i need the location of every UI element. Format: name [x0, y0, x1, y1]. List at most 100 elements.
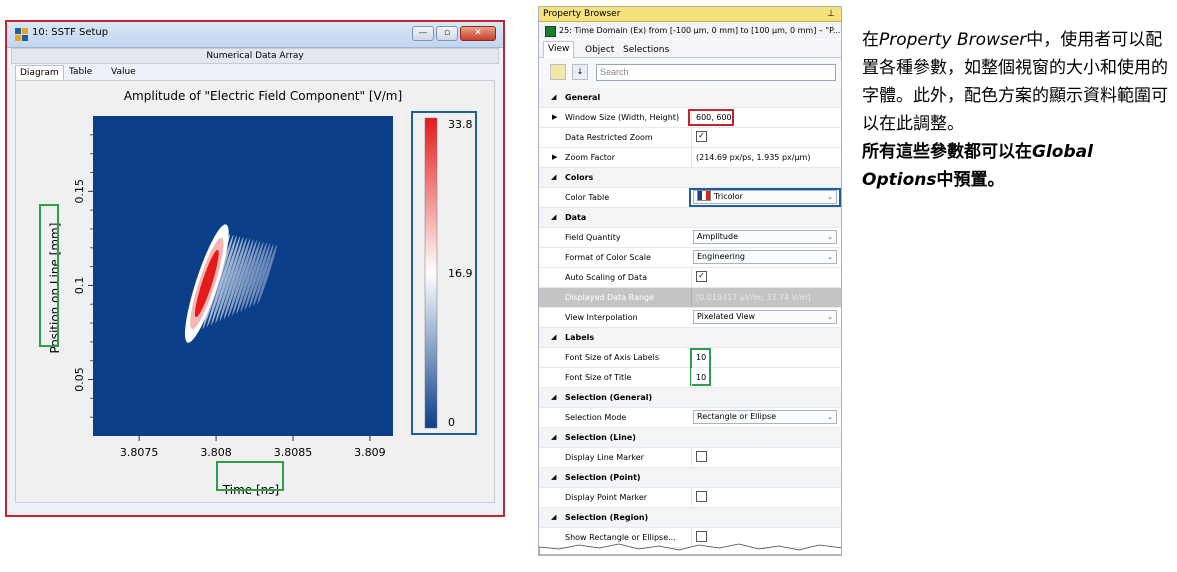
property-dropdown[interactable]: Pixelated View ⌄ [693, 310, 837, 324]
description-paragraph-2: 所有這些參數都可以在Global Options中預置。 [862, 142, 1093, 190]
category-labels[interactable]: ◢ Labels [539, 328, 841, 348]
collapse-arrow-icon[interactable]: ◢ [551, 428, 556, 447]
collapse-arrow-icon[interactable]: ◢ [551, 88, 556, 107]
property-value[interactable]: 10 [691, 348, 841, 367]
tab-table[interactable]: Table [65, 65, 96, 80]
y-tick-label: 0.1 [73, 277, 86, 295]
property-row-window-size-width-height: ▶ Window Size (Width, Height) 600, 600 [539, 108, 841, 128]
property-label: View Interpolation [565, 313, 638, 322]
property-tabs: View Object Selections [539, 40, 841, 58]
pin-icon[interactable]: ⊥ [827, 7, 835, 21]
property-row-displayed-data-range: Displayed Data Range [0.019317 µV/m; 33.7… [539, 288, 841, 308]
category-general[interactable]: ◢ General [539, 88, 841, 108]
property-value[interactable]: ✓ [691, 268, 841, 287]
x-label-highlight [216, 461, 284, 491]
chart-title: Amplitude of "Electric Field Component" … [124, 89, 402, 103]
property-row-view-interpolation: View Interpolation Pixelated View ⌄ [539, 308, 841, 328]
property-row-display-point-marker: Display Point Marker [539, 488, 841, 508]
property-label: Colors [565, 173, 594, 182]
property-label: General [565, 93, 601, 102]
panel-title: Numerical Data Array [11, 48, 499, 64]
app-icon [15, 28, 28, 41]
property-dropdown[interactable]: Rectangle or Ellipse ⌄ [693, 410, 837, 424]
torn-edge [539, 543, 841, 555]
category-data[interactable]: ◢ Data [539, 208, 841, 228]
object-name: 25: Time Domain (Ex) from [-100 µm, 0 mm… [559, 26, 841, 35]
checkbox-unchecked[interactable] [696, 451, 707, 462]
property-value: [0.019317 µV/m; 33.74 V/m] [691, 288, 841, 307]
property-value[interactable]: ✓ [691, 128, 841, 147]
chevron-down-icon: ⌄ [827, 253, 833, 261]
property-row-font-size-of-title: Font Size of Title 10 [539, 368, 841, 388]
property-row-field-quantity: Field Quantity Amplitude ⌄ [539, 228, 841, 248]
checkbox-checked[interactable]: ✓ [696, 271, 707, 282]
property-toolbar: ↓ [539, 58, 841, 89]
collapse-arrow-icon[interactable]: ◢ [551, 328, 556, 347]
object-selector[interactable]: 25: Time Domain (Ex) from [-100 µm, 0 mm… [539, 22, 841, 39]
collapse-arrow-icon[interactable]: ◢ [551, 388, 556, 407]
category-selection-region[interactable]: ◢ Selection (Region) [539, 508, 841, 528]
property-label: Selection (Point) [565, 473, 641, 482]
property-dropdown[interactable]: Amplitude ⌄ [693, 230, 837, 244]
property-value[interactable]: (214.69 px/ps, 1.935 px/µm) [691, 148, 841, 167]
description-paragraph-1: 在Property Browser中，使用者可以配置各種參數，如整個視窗的大小和… [862, 30, 1168, 134]
property-label: Display Line Marker [565, 453, 644, 462]
collapse-arrow-icon[interactable]: ◢ [551, 468, 556, 487]
minimize-button[interactable]: — [412, 26, 434, 41]
property-label: Selection (Region) [565, 513, 649, 522]
property-browser-title: Property Browser [543, 9, 621, 19]
collapse-arrow-icon[interactable]: ◢ [551, 508, 556, 527]
window-titlebar[interactable]: 10: SSTF Setup — ▫ ✕ [7, 22, 503, 48]
property-grid: ◢ General ▶ Window Size (Width, Height) 600,… [539, 88, 841, 555]
collapse-arrow-icon[interactable]: ◢ [551, 168, 556, 187]
category-colors[interactable]: ◢ Colors [539, 168, 841, 188]
color-table-highlight [689, 188, 841, 207]
categorized-view-icon[interactable] [550, 64, 566, 80]
dropdown-value: Engineering [697, 252, 745, 261]
expand-arrow-icon[interactable]: ▶ [552, 148, 557, 167]
property-label: Zoom Factor [565, 153, 616, 162]
y-tick-label: 0.05 [73, 367, 86, 392]
sstf-setup-window: 10: SSTF Setup — ▫ ✕ Numerical Data Arra… [5, 20, 505, 517]
category-selection-general[interactable]: ◢ Selection (General) [539, 388, 841, 408]
property-label: Selection (General) [565, 393, 653, 402]
detector-icon [545, 26, 556, 37]
search-input[interactable] [596, 64, 836, 81]
property-browser: Property Browser ⊥ 25: Time Domain (Ex) … [538, 6, 842, 556]
window-title: 10: SSTF Setup [32, 27, 109, 38]
category-selection-line[interactable]: ◢ Selection (Line) [539, 428, 841, 448]
property-label: Selection Mode [565, 413, 627, 422]
x-axis: 3.8075 3.808 3.8085 3.809 [120, 436, 386, 459]
y-tick-label: 0.15 [73, 179, 86, 204]
property-value[interactable]: 10 [691, 368, 841, 387]
property-row-selection-mode: Selection Mode Rectangle or Ellipse ⌄ [539, 408, 841, 428]
restore-button[interactable]: ▫ [436, 26, 458, 41]
collapse-arrow-icon[interactable]: ◢ [551, 208, 556, 227]
chevron-down-icon: ⌄ [827, 313, 833, 321]
property-row-color-table: Color Table Tricolor ⌄ [539, 188, 841, 208]
sort-alphabetical-icon[interactable]: ↓ [572, 64, 588, 80]
property-row-zoom-factor: ▶ Zoom Factor (214.69 px/ps, 1.935 px/µm) [539, 148, 841, 168]
tab-view[interactable]: View [543, 41, 575, 58]
dropdown-value: Pixelated View [697, 312, 756, 321]
tab-selections[interactable]: Selections [619, 43, 673, 57]
property-label: Window Size (Width, Height) [565, 113, 680, 122]
close-button[interactable]: ✕ [460, 26, 496, 41]
property-value[interactable] [691, 488, 841, 507]
tab-object[interactable]: Object [581, 43, 618, 57]
category-selection-point[interactable]: ◢ Selection (Point) [539, 468, 841, 488]
colorbar-highlight [411, 111, 477, 435]
tab-value-at-xy[interactable]: Value at (x,y) [107, 65, 140, 107]
expand-arrow-icon[interactable]: ▶ [552, 108, 557, 127]
chevron-down-icon: ⌄ [827, 413, 833, 421]
property-value[interactable] [691, 448, 841, 467]
checkbox-unchecked[interactable] [696, 491, 707, 502]
x-tick-label: 3.808 [200, 446, 232, 459]
tab-diagram[interactable]: Diagram [15, 65, 64, 81]
property-dropdown[interactable]: Engineering ⌄ [693, 250, 837, 264]
property-label: Displayed Data Range [565, 293, 655, 302]
x-tick-label: 3.809 [354, 446, 386, 459]
property-row-display-line-marker: Display Line Marker [539, 448, 841, 468]
checkbox-checked[interactable]: ✓ [696, 131, 707, 142]
x-tick-label: 3.8085 [274, 446, 313, 459]
